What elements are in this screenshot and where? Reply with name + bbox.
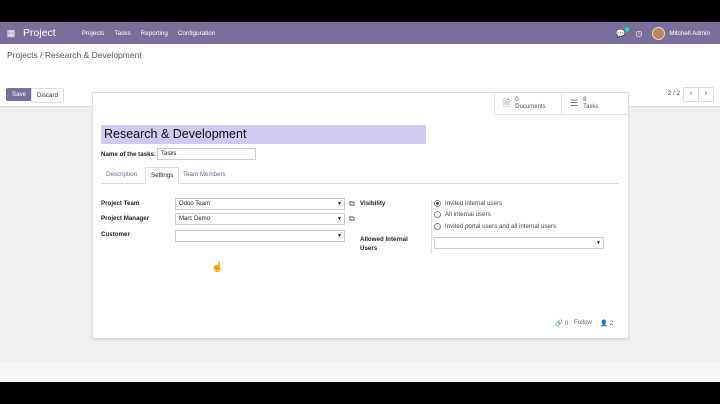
project-manager-value: Marc Demo: [179, 216, 211, 222]
documents-label: Documents: [515, 103, 546, 110]
smart-buttons-divider: [494, 114, 628, 115]
chevron-down-icon: ▼: [337, 201, 342, 207]
chevron-down-icon: ▼: [337, 233, 342, 239]
followers-number: 2: [609, 319, 614, 327]
discard-button[interactable]: Discard: [31, 88, 64, 103]
allowed-users-select[interactable]: ▼: [434, 237, 604, 249]
customer-select[interactable]: ▼: [175, 230, 345, 242]
radio-unchecked-icon: [434, 223, 441, 230]
project-team-label: Project Team: [101, 200, 140, 207]
chevron-down-icon: ▼: [596, 240, 601, 246]
mouse-pointer-icon: ☝: [211, 262, 224, 273]
app-brand[interactable]: Project: [23, 27, 56, 39]
user-name: Mitchell Admin: [669, 29, 710, 37]
visibility-option-all-internal[interactable]: All internal users: [434, 211, 491, 218]
pager-value: 2 / 2: [667, 90, 680, 97]
chevron-down-icon: ▼: [337, 216, 342, 222]
tasks-name-label: Name of the tasks:: [101, 151, 157, 158]
chat-badge: 1: [623, 26, 631, 32]
customer-label: Customer: [101, 231, 130, 238]
visibility-label: Visibility: [360, 200, 386, 207]
notebook-tabs: Description Settings Team Members: [101, 167, 619, 184]
form-sheet: 🗎 0 Documents ☰ 8 Tasks Research & Devel…: [92, 92, 629, 339]
radio-checked-icon: [434, 200, 441, 207]
documents-count: 0: [515, 96, 519, 103]
tab-settings[interactable]: Settings: [145, 167, 180, 184]
tab-team-members[interactable]: Team Members: [178, 167, 231, 182]
radio-unchecked-icon: [434, 211, 441, 218]
breadcrumb-separator: /: [37, 50, 45, 60]
save-button[interactable]: Save: [6, 88, 33, 101]
pager-prev-button[interactable]: ‹: [683, 87, 699, 102]
allowed-users-label-line2: Users: [360, 245, 378, 252]
app-screen: ▦ Project Projects Tasks Reporting Confi…: [0, 22, 720, 382]
visibility-option-label: Invited internal users: [445, 200, 503, 207]
documents-smart-button[interactable]: 🗎 0 Documents: [494, 93, 562, 114]
avatar: [652, 26, 666, 40]
menu-tasks[interactable]: Tasks: [114, 30, 130, 37]
external-link-icon[interactable]: ⧉: [349, 215, 357, 223]
visibility-option-label: Invited portal users and all internal us…: [445, 223, 557, 230]
attachments-count[interactable]: 🔗 0: [555, 319, 569, 328]
project-manager-label: Project Manager: [101, 215, 150, 222]
clock-icon[interactable]: ◷: [635, 29, 642, 38]
menu-projects[interactable]: Projects: [82, 30, 105, 37]
bottom-area: [0, 362, 720, 382]
breadcrumb-current: Research & Development: [44, 50, 142, 60]
breadcrumb: Projects / Research & Development: [7, 50, 142, 60]
tasks-name-input[interactable]: Tasks: [157, 148, 256, 160]
project-manager-select[interactable]: Marc Demo ▼: [175, 213, 345, 225]
followers-count[interactable]: 👤 2: [600, 319, 614, 328]
breadcrumb-projects[interactable]: Projects: [7, 50, 38, 60]
chat-icon[interactable]: 💬 1: [615, 26, 631, 38]
user-menu[interactable]: Mitchell Admin: [652, 26, 710, 40]
pager-next-button[interactable]: ›: [698, 87, 714, 102]
navbar-systray: 💬 1 ◷ Mitchell Admin: [615, 22, 710, 44]
tasks-smart-button[interactable]: ☰ 8 Tasks: [561, 93, 629, 114]
tasks-count: 8: [583, 96, 587, 103]
visibility-option-portal[interactable]: Invited portal users and all internal us…: [434, 223, 556, 230]
external-link-icon[interactable]: ⧉: [349, 200, 357, 208]
apps-menu-icon[interactable]: ▦: [3, 22, 19, 44]
menu-reporting[interactable]: Reporting: [141, 30, 168, 37]
menu-configuration[interactable]: Configuration: [178, 30, 215, 37]
project-team-select[interactable]: Odoo Team ▼: [175, 198, 345, 210]
allowed-users-label-line1: Allowed Internal: [360, 236, 408, 243]
paperclip-icon: 🔗: [555, 320, 563, 327]
tasks-icon: ☰: [570, 98, 579, 108]
tab-description[interactable]: Description: [101, 167, 142, 182]
follow-button[interactable]: Follow: [574, 319, 592, 326]
tasks-label: Tasks: [583, 103, 599, 110]
project-name-input[interactable]: Research & Development: [101, 125, 426, 144]
attachments-number: 0: [564, 319, 569, 327]
visibility-option-label: All internal users: [445, 211, 491, 218]
top-navbar: ▦ Project Projects Tasks Reporting Confi…: [0, 22, 720, 44]
visibility-option-invited-internal[interactable]: Invited internal users: [434, 200, 502, 207]
document-icon: 🗎: [503, 97, 511, 108]
user-icon: 👤: [600, 320, 608, 327]
group-divider: [431, 200, 432, 254]
project-team-value: Odoo Team: [179, 201, 210, 207]
